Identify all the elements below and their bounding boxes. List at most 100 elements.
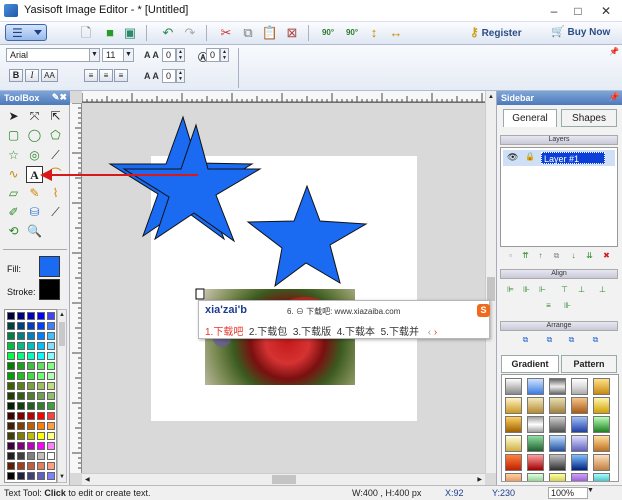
bold-button[interactable]: B [9,69,23,82]
palette-color-swatch[interactable] [37,312,45,320]
gradient-swatch[interactable] [549,454,566,471]
layer-name[interactable]: Layer #1 [541,152,605,164]
palette-color-swatch[interactable] [27,312,35,320]
palette-color-swatch[interactable] [27,472,35,480]
align-left-icon[interactable]: ⊫ [506,285,515,294]
spin-buttons[interactable]: ▲ ▼ [220,48,229,62]
register-button[interactable]: ⚷ Register [470,25,540,42]
gradient-swatch[interactable] [505,435,522,452]
palette-color-swatch[interactable] [27,412,35,420]
fill-color-swatch[interactable] [39,256,60,277]
stroke-color-swatch[interactable] [39,279,60,300]
spin-buttons[interactable]: ▲ ▼ [176,48,185,62]
tab-shapes[interactable]: Shapes [561,109,617,127]
undo-icon[interactable]: ↶ [158,24,178,42]
gradient-swatch[interactable] [571,454,588,471]
line-spacing-input[interactable]: 0 [206,48,220,62]
horizontal-scrollbar[interactable]: ◀ ▶ [82,473,485,485]
canvas-area[interactable]: ▲ ◀ ▶ [70,91,496,485]
font-family-select[interactable]: Arial [6,48,90,62]
new-layer-icon[interactable]: ▫ [506,251,515,260]
palette-color-swatch[interactable] [47,312,55,320]
palette-color-swatch[interactable] [27,332,35,340]
palette-color-swatch[interactable] [7,452,15,460]
palette-color-swatch[interactable] [27,362,35,370]
move-layer-down-icon[interactable]: ↓ [569,251,578,260]
chevron-down-icon[interactable]: ▼ [123,48,134,62]
eraser-tool-icon[interactable]: ▱ [5,185,22,202]
palette-color-swatch[interactable] [37,402,45,410]
gradient-swatch[interactable] [549,435,566,452]
palette-color-swatch[interactable] [17,382,25,390]
palette-color-swatch[interactable] [17,402,25,410]
pencil-tool-icon[interactable]: ✎ [26,185,43,202]
palette-color-swatch[interactable] [17,352,25,360]
font-size-select[interactable]: 11 [102,48,124,62]
gradient-swatch-grid[interactable] [501,374,619,482]
palette-color-swatch[interactable] [37,342,45,350]
palette-color-swatch[interactable] [47,412,55,420]
gradient-swatch[interactable] [593,416,610,433]
delete-icon[interactable]: ⊠ [282,24,302,42]
palette-color-swatch[interactable] [47,442,55,450]
gradient-swatch[interactable] [571,435,588,452]
palette-color-swatch[interactable] [27,422,35,430]
gradient-swatch[interactable] [505,416,522,433]
align-center-h-icon[interactable]: ⊪ [522,285,531,294]
rectangle-tool-icon[interactable]: ▢ [5,127,22,144]
gradient-swatch[interactable] [549,416,566,433]
fill-bucket-icon[interactable]: ⛁ [26,204,43,221]
flip-horizontal-icon[interactable]: ↔ [386,24,406,42]
app-menu-button[interactable]: ☰ [5,24,47,41]
palette-color-swatch[interactable] [47,392,55,400]
tab-pattern[interactable]: Pattern [561,355,617,373]
palette-color-swatch[interactable] [17,362,25,370]
copy-icon[interactable]: ⧉ [238,24,258,42]
palette-color-swatch[interactable] [17,322,25,330]
text-cursor-box[interactable] [195,288,205,300]
gradient-swatch[interactable] [571,416,588,433]
palette-color-swatch[interactable] [17,472,25,480]
move-layer-top-icon[interactable]: ⇈ [521,251,530,260]
gradient-swatch[interactable] [527,435,544,452]
tab-general[interactable]: General [503,109,557,127]
case-button[interactable]: AA [41,69,58,82]
align-center-icon[interactable]: ≡ [99,69,113,82]
rotate-tool-icon[interactable]: ⟲ [5,223,22,240]
lock-icon[interactable]: 🔒 [525,152,535,161]
gradient-swatch[interactable] [527,454,544,471]
palette-color-swatch[interactable] [37,432,45,440]
scroll-right-icon[interactable]: ▶ [477,476,482,483]
zoom-select[interactable]: 100% [548,487,588,499]
palette-color-swatch[interactable] [47,382,55,390]
palette-color-swatch[interactable] [37,462,45,470]
gradient-swatch[interactable] [593,378,610,395]
chevron-down-icon[interactable]: ▼ [89,48,100,62]
bring-forward-icon[interactable]: ⧉ [545,335,554,344]
node-tool-icon[interactable]: ⇱ [47,108,64,125]
zoom-tool-icon[interactable]: 🔍 [26,223,43,240]
palette-color-swatch[interactable] [7,442,15,450]
palette-color-swatch[interactable] [17,332,25,340]
vertical-scroll-thumb[interactable] [487,277,495,301]
palette-color-swatch[interactable] [47,322,55,330]
gradient-swatch[interactable] [527,416,544,433]
palette-color-swatch[interactable] [37,412,45,420]
palette-color-swatch[interactable] [7,382,15,390]
palette-color-swatch[interactable] [47,372,55,380]
palette-color-swatch[interactable] [7,412,15,420]
eyedropper-icon[interactable]: ⟋ [47,204,64,221]
buy-now-button[interactable]: 🛒 Buy Now [551,25,619,42]
palette-color-swatch[interactable] [37,442,45,450]
scroll-up-icon[interactable]: ▲ [488,94,494,100]
palette-color-swatch[interactable] [47,422,55,430]
italic-button[interactable]: I [25,69,39,82]
move-layer-bottom-icon[interactable]: ⇊ [585,251,594,260]
distribute-icon[interactable]: ≡ [544,301,553,310]
marker-tool-icon[interactable]: ✐ [5,204,22,221]
gradient-swatch[interactable] [549,397,566,414]
palette-scrollbar[interactable]: ▲ ▼ [57,309,67,483]
palette-color-swatch[interactable] [7,352,15,360]
spiral-tool-icon[interactable]: ◎ [26,147,43,164]
align-right-icon[interactable]: ⊩ [538,285,547,294]
